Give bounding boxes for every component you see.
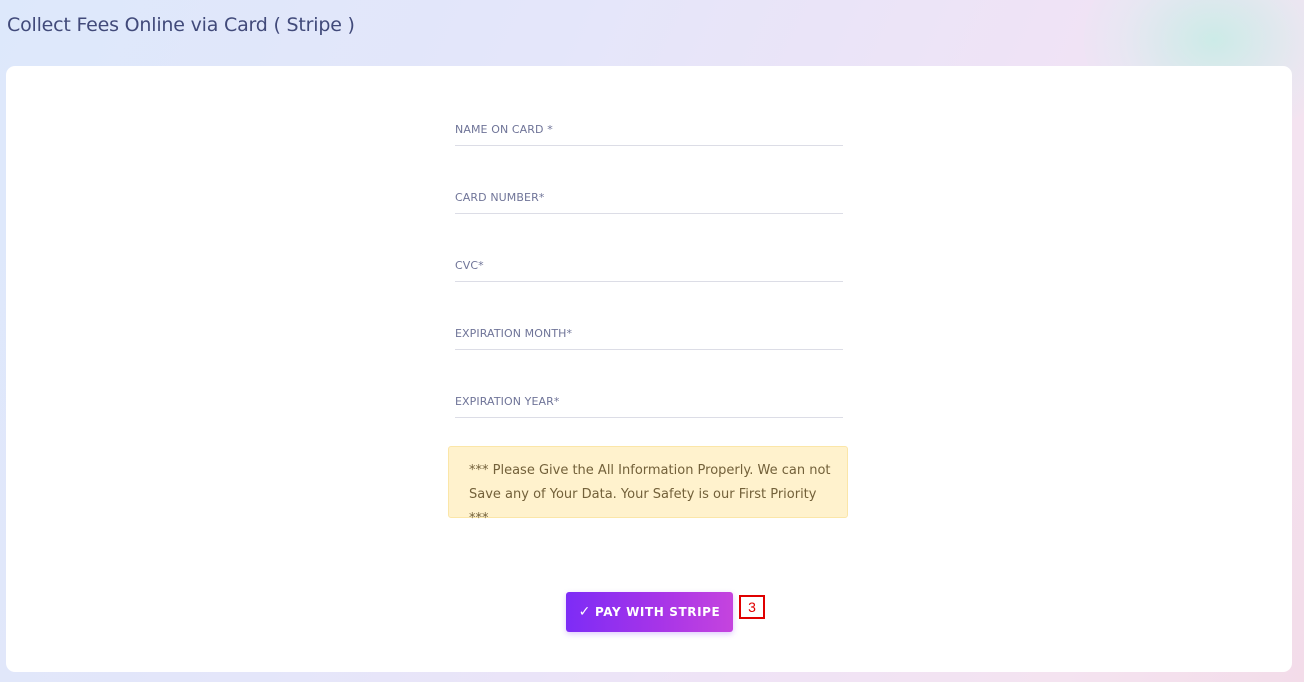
name-on-card-input[interactable] [455,123,843,145]
page-title: Collect Fees Online via Card ( Stripe ) [7,14,355,36]
pay-with-stripe-label: PAY WITH STRIPE [595,605,721,619]
expiration-year-input[interactable] [455,395,843,417]
pay-with-stripe-button[interactable]: ✓ PAY WITH STRIPE [566,592,733,632]
notice-line-1: *** Please Give the All Information Prop… [469,463,831,478]
expiration-month-input[interactable] [455,327,843,349]
notice-line-2: Save any of Your Data. Your Safety is ou… [469,487,817,526]
check-icon: ✓ [578,604,591,620]
name-on-card-field: NAME ON CARD * [455,123,843,146]
cvc-input[interactable] [455,259,843,281]
step-number-annotation: 3 [739,595,765,619]
payment-card-panel: NAME ON CARD * CARD NUMBER* CVC* EXPIRAT… [6,66,1292,672]
data-safety-notice: *** Please Give the All Information Prop… [448,446,848,526]
expiration-year-field: EXPIRATION YEAR* [455,395,843,418]
expiration-month-field: EXPIRATION MONTH* [455,327,843,350]
card-number-field: CARD NUMBER* [455,191,843,214]
card-number-input[interactable] [455,191,843,213]
cvc-field: CVC* [455,259,843,282]
